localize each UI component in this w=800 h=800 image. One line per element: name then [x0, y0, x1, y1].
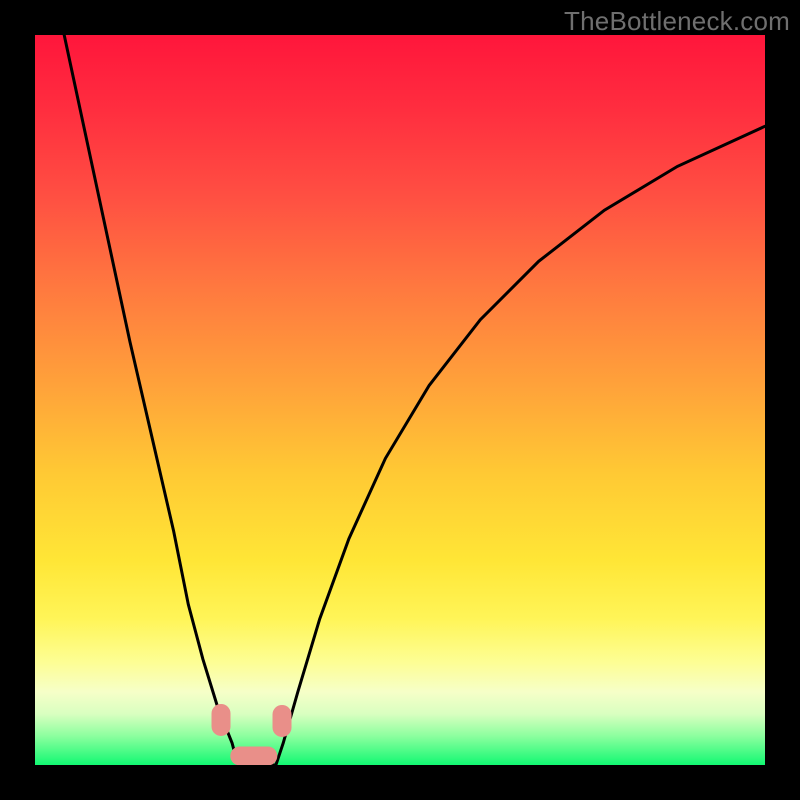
chart-frame: TheBottleneck.com — [0, 0, 800, 800]
plot-area — [35, 35, 765, 765]
data-marker — [230, 747, 277, 765]
curve-left-branch — [64, 35, 238, 765]
watermark-text: TheBottleneck.com — [564, 6, 790, 37]
curve-layer — [35, 35, 765, 765]
data-marker — [212, 704, 231, 736]
data-marker — [272, 705, 291, 737]
curve-right-branch — [276, 126, 765, 765]
